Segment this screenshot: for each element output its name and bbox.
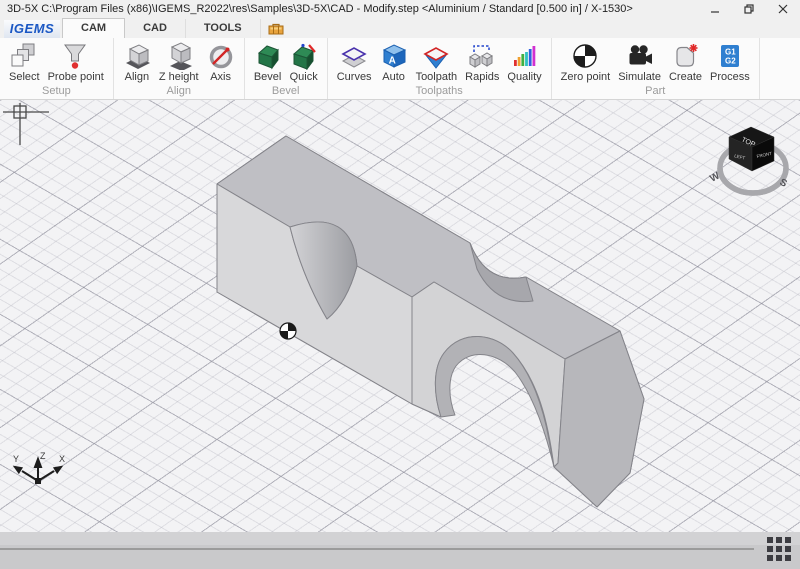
toolbox-icon bbox=[268, 22, 284, 36]
nav-cube[interactable]: TOP LEFT FRONT W S bbox=[708, 127, 789, 193]
app-grid-button[interactable] bbox=[767, 537, 791, 561]
bevel-button[interactable]: Bevel bbox=[250, 41, 286, 84]
process-button[interactable]: G1 G2 Process bbox=[706, 41, 754, 84]
process-icon: G1 G2 bbox=[716, 42, 744, 70]
ribbon-toolbar: Select Probe point Setup Align bbox=[0, 38, 800, 100]
rapids-icon bbox=[468, 42, 496, 70]
zero-point-icon bbox=[571, 42, 599, 70]
button-label: Curves bbox=[337, 71, 372, 83]
close-icon bbox=[778, 4, 788, 14]
ribbon-group-bevel: Bevel Quick Bevel bbox=[245, 38, 328, 99]
create-button[interactable]: Create bbox=[665, 41, 706, 84]
select-icon bbox=[10, 42, 38, 70]
rapids-button[interactable]: Rapids bbox=[461, 41, 503, 84]
toolpath-button[interactable]: Toolpath bbox=[412, 41, 462, 84]
button-label: Align bbox=[125, 71, 149, 83]
model-part[interactable] bbox=[217, 136, 644, 507]
axis-z-label: Z bbox=[40, 451, 46, 461]
curves-button[interactable]: Curves bbox=[333, 41, 376, 84]
button-label: Simulate bbox=[618, 71, 661, 83]
axis-icon bbox=[207, 42, 235, 70]
select-button[interactable]: Select bbox=[5, 41, 44, 84]
viewport-3d[interactable]: TOP LEFT FRONT W S Y Z X bbox=[0, 100, 800, 532]
ribbon-tab-bar: IGEMS CAM CAD TOOLS bbox=[0, 18, 800, 38]
button-label: Toolpath bbox=[416, 71, 458, 83]
quick-bevel-button[interactable]: Quick bbox=[286, 41, 322, 84]
nav-compass-south: S bbox=[778, 177, 789, 190]
restore-icon bbox=[744, 4, 754, 14]
button-label: Zero point bbox=[561, 71, 611, 83]
button-label: Select bbox=[9, 71, 40, 83]
axis-x-label: X bbox=[59, 454, 65, 464]
group-label-setup: Setup bbox=[5, 85, 108, 99]
viewport-bottom-strip bbox=[0, 532, 800, 545]
igems-logo-button[interactable]: IGEMS bbox=[4, 20, 60, 38]
button-label: Axis bbox=[210, 71, 231, 83]
auto-button[interactable]: A Auto bbox=[376, 41, 412, 84]
simulate-button[interactable]: Simulate bbox=[614, 41, 665, 84]
tab-cad[interactable]: CAD bbox=[125, 19, 186, 38]
button-label: Bevel bbox=[254, 71, 282, 83]
auto-cube-icon: A bbox=[380, 42, 408, 70]
ribbon-group-toolpaths: Curves A Auto Toolpath bbox=[328, 38, 552, 99]
model-right-end-face bbox=[554, 331, 644, 507]
process-icon-line2: G2 bbox=[725, 57, 736, 66]
create-icon bbox=[672, 42, 700, 70]
button-label: Probe point bbox=[48, 71, 104, 83]
axis-triad: Y Z X bbox=[13, 451, 65, 484]
window-title: 3D-5X C:\Program Files (x86)\IGEMS_R2022… bbox=[0, 3, 633, 15]
minimize-icon bbox=[710, 4, 720, 14]
button-label: Quality bbox=[507, 71, 541, 83]
group-label-bevel: Bevel bbox=[250, 85, 322, 99]
zero-point-marker bbox=[280, 323, 296, 339]
simulate-camera-icon bbox=[626, 42, 654, 70]
probe-point-button[interactable]: Probe point bbox=[44, 41, 108, 84]
button-label: Z height bbox=[159, 71, 199, 83]
status-bar-divider bbox=[0, 548, 754, 550]
ribbon-group-part: Zero point Simulate bbox=[552, 38, 760, 99]
curves-icon bbox=[340, 42, 368, 70]
z-height-button[interactable]: Z height bbox=[155, 41, 203, 84]
ribbon-group-align: Align Z height Axis Align bbox=[114, 38, 245, 99]
origin-crosshair bbox=[3, 103, 49, 145]
tab-cam[interactable]: CAM bbox=[62, 18, 125, 38]
quick-bevel-icon bbox=[290, 42, 318, 70]
toolbox-button[interactable] bbox=[261, 19, 291, 38]
quality-button[interactable]: Quality bbox=[503, 41, 545, 84]
z-height-icon bbox=[165, 42, 193, 70]
button-label: Rapids bbox=[465, 71, 499, 83]
bevel-icon bbox=[254, 42, 282, 70]
group-label-align: Align bbox=[119, 85, 239, 99]
group-label-toolpaths: Toolpaths bbox=[333, 85, 546, 99]
align-cube-icon bbox=[123, 42, 151, 70]
tab-tools[interactable]: TOOLS bbox=[186, 19, 261, 38]
minimize-button[interactable] bbox=[698, 0, 732, 18]
align-button[interactable]: Align bbox=[119, 41, 155, 84]
axis-button[interactable]: Axis bbox=[203, 41, 239, 84]
ribbon-group-setup: Select Probe point Setup bbox=[0, 38, 114, 99]
title-bar: 3D-5X C:\Program Files (x86)\IGEMS_R2022… bbox=[0, 0, 800, 18]
window-controls bbox=[698, 0, 800, 18]
restore-button[interactable] bbox=[732, 0, 766, 18]
zero-point-button[interactable]: Zero point bbox=[557, 41, 615, 84]
group-label-part: Part bbox=[557, 85, 754, 99]
quality-bars-icon bbox=[511, 42, 539, 70]
scene-canvas: TOP LEFT FRONT W S Y Z X bbox=[0, 100, 800, 532]
axis-y-label: Y bbox=[13, 454, 19, 464]
button-label: Create bbox=[669, 71, 702, 83]
button-label: Auto bbox=[382, 71, 405, 83]
button-label: Quick bbox=[290, 71, 318, 83]
toolpath-icon bbox=[422, 42, 450, 70]
probe-point-icon bbox=[62, 42, 90, 70]
auto-icon-letter: A bbox=[388, 56, 395, 67]
button-label: Process bbox=[710, 71, 750, 83]
close-button[interactable] bbox=[766, 0, 800, 18]
process-icon-line1: G1 bbox=[725, 48, 736, 57]
